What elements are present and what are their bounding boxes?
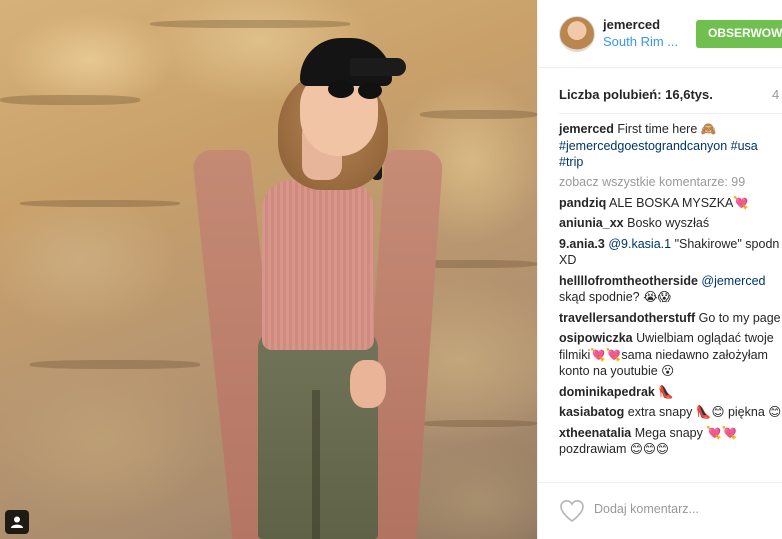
comment-text: konto na youtubie 😮 — [559, 364, 675, 378]
comment: kasiabatog extra snapy 👠😊 piękna 😊 — [559, 404, 782, 421]
follow-button[interactable]: OBSERWOWA — [696, 20, 782, 48]
comment-text: Bosko wyszłaś — [627, 216, 710, 230]
comment-text: extra snapy 👠😊 piękna 😊 — [627, 405, 782, 419]
likes-count[interactable]: Liczba polubień: 16,6tys. — [559, 87, 713, 102]
comment-text: Go to my page — [698, 310, 781, 325]
comment-user[interactable]: 9.ania.3 — [559, 237, 605, 251]
post-header: jemerced South Rim ... OBSERWOWA — [538, 0, 782, 68]
hand — [350, 360, 386, 408]
comment-user[interactable]: kasiabatog — [559, 405, 624, 419]
rock-texture — [20, 200, 180, 207]
user-tag-icon[interactable] — [5, 510, 29, 534]
rock-texture — [0, 95, 140, 105]
comment-mention[interactable]: @jemerced — [701, 274, 765, 288]
post-actions: Dodaj komentarz... — [538, 482, 782, 539]
comment: dominikapedrak 👠 — [559, 384, 782, 401]
sunglasses-left — [328, 80, 354, 98]
caption-hashtag-trip[interactable]: #trip — [559, 155, 583, 169]
comment-text: pozdrawiam 😊😊😊 — [559, 442, 669, 456]
heart-outline-icon[interactable] — [559, 499, 585, 523]
comments-list: jemerced First time here 🙈 #jemercedgoes… — [559, 121, 782, 462]
cap-brim — [350, 58, 406, 76]
comment-mention[interactable]: @9.kasia.1 — [608, 237, 671, 251]
comment: hellllofromtheotherside @jemerced skąd s… — [559, 273, 782, 306]
view-all-comments-link[interactable]: zobacz wszystkie komentarze: 99 — [559, 175, 782, 189]
comment-user[interactable]: hellllofromtheotherside — [559, 274, 698, 288]
comment-text: skąd spodnie? 😭😱 — [559, 290, 671, 304]
avatar[interactable] — [559, 16, 595, 52]
rock-texture — [150, 20, 350, 28]
comment-user[interactable]: xtheenatalia — [559, 426, 631, 440]
divider — [559, 113, 782, 114]
comment-text: ALE BOSKA MYSZKA💘 — [609, 195, 749, 210]
comment-text: Mega snapy 💘💘 — [634, 425, 738, 440]
caption: jemerced First time here 🙈 #jemercedgoes… — [559, 121, 782, 171]
sunglasses-right — [358, 82, 382, 99]
comment-text: XD — [559, 253, 577, 267]
caption-text: First time here 🙈 — [617, 122, 717, 136]
post-location[interactable]: South Rim ... — [603, 34, 678, 49]
comment: pandziq ALE BOSKA MYSZKA💘 — [559, 195, 782, 212]
comment-text: Uwielbiam oglądać twoje — [636, 331, 774, 345]
comment-user[interactable]: jemerced — [559, 122, 614, 136]
comment-text: "Shakirowe" spodn — [674, 236, 780, 251]
comment: xtheenatalia Mega snapy 💘💘 pozdrawiam 😊😊… — [559, 425, 782, 458]
comment-text: filmiki💘💘sama niedawno założyłam — [559, 347, 768, 362]
comment-text: 👠 — [658, 384, 674, 399]
comment-user[interactable]: pandziq — [559, 196, 606, 210]
caption-hashtags[interactable]: #jemercedgoestograndcanyon #usa — [559, 139, 758, 153]
comment-user[interactable]: aniunia_xx — [559, 216, 624, 230]
comment: aniunia_xx Bosko wyszłaś — [559, 215, 782, 232]
add-comment-input[interactable]: Dodaj komentarz... — [594, 502, 699, 516]
post-side-panel: jemerced South Rim ... OBSERWOWA Liczba … — [537, 0, 782, 539]
tank-top — [262, 180, 374, 350]
comment: osipowiczka Uwielbiam oglądać twoje film… — [559, 330, 782, 380]
comment: travellersandotherstuff Go to my page — [559, 310, 782, 327]
rock-texture — [420, 420, 537, 427]
post-username[interactable]: jemerced — [603, 17, 660, 32]
post-photo[interactable] — [0, 0, 537, 539]
pants-seam — [312, 390, 320, 539]
rock-texture — [420, 110, 537, 119]
post-time[interactable]: 4 — [772, 87, 782, 102]
comment-user[interactable]: dominikapedrak — [559, 385, 655, 399]
rock-texture — [30, 360, 200, 369]
comment-user[interactable]: osipowiczka — [559, 331, 633, 345]
comment-user[interactable]: travellersandotherstuff — [559, 311, 695, 325]
comment: 9.ania.3 @9.kasia.1 "Shakirowe" spodn XD — [559, 236, 782, 269]
